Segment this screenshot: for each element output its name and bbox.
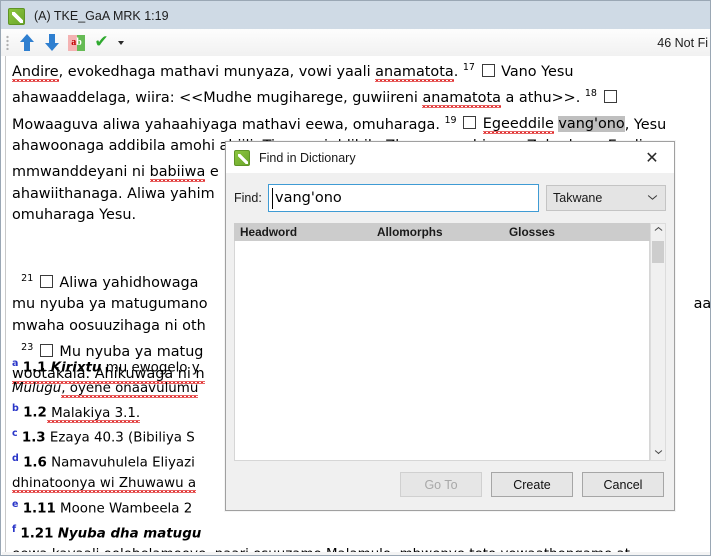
- dialog-title: Find in Dictionary: [259, 150, 356, 165]
- misspelled-word: Andire: [12, 63, 59, 80]
- footnote-ref: 1.11: [22, 501, 56, 517]
- search-input-value: vang'ono: [275, 190, 342, 206]
- paratext-pen-icon: [234, 149, 250, 166]
- verse-number: 18: [584, 88, 597, 100]
- results-scrollbar[interactable]: [650, 223, 666, 461]
- highlighted-word: vang'ono: [558, 116, 625, 133]
- footnote-keyword: Kirixtu: [50, 360, 102, 376]
- footnote-text: , oyene onaavulumu: [61, 380, 199, 396]
- dialog-body: Find: vang'ono Takwane Headword Allomorp…: [226, 173, 674, 510]
- spell-check-button[interactable]: ab: [64, 31, 89, 54]
- footnote-marker[interactable]: f: [12, 524, 16, 535]
- verse-marker-box[interactable]: [603, 90, 617, 104]
- go-to-button: Go To: [400, 472, 482, 497]
- footnote-marker[interactable]: e: [12, 499, 18, 510]
- results-table-body[interactable]: [234, 241, 650, 461]
- text-line: ahawaaddelaga, wiira: <<Mudhe mugiharege…: [12, 83, 710, 109]
- spell-check-ab-icon: ab: [68, 34, 85, 51]
- footnote-ref: 1.6: [23, 455, 47, 471]
- create-button[interactable]: Create: [491, 472, 573, 497]
- footnote-keyword: Mulugu: [12, 380, 62, 396]
- previous-icon: [19, 34, 35, 51]
- column-header-allomorphs[interactable]: Allomorphs: [377, 225, 443, 239]
- language-select-value: Takwane: [553, 191, 603, 205]
- verse-number: 23: [21, 342, 34, 354]
- verse-number: 17: [462, 62, 475, 73]
- misspelled-word: anamatota: [375, 63, 454, 80]
- footnote-ref: 1.21: [20, 526, 54, 542]
- footnote-text: Malakiya 3.1.: [46, 405, 141, 421]
- footnote-marker[interactable]: d: [12, 453, 19, 464]
- footnote-marker[interactable]: c: [12, 428, 18, 439]
- misspelled-word: babiiwa: [149, 164, 206, 181]
- chevron-down-icon: [648, 195, 657, 200]
- results-table-header: Headword Allomorphs Glosses: [234, 223, 650, 241]
- next-button[interactable]: [39, 31, 64, 54]
- footnote-text: Moone Wambeela 2: [55, 501, 193, 517]
- text-line: Andire, evokedhaga mathavi munyaza, vowi…: [12, 62, 574, 80]
- language-select[interactable]: Takwane: [546, 185, 666, 211]
- approve-button[interactable]: ✔: [89, 31, 114, 54]
- text-fragment: mu nyuba ya matugumano: [12, 296, 208, 313]
- text-fragment: mwaha oosuuzihaga ni oth: [12, 317, 206, 334]
- misspelled-word: anamatota: [422, 90, 501, 107]
- dialog-titlebar: Find in Dictionary ✕: [226, 142, 674, 173]
- document-bottom-edge: [2, 552, 710, 555]
- footnote-text: Ezaya 40.3 (Bibiliya S: [45, 430, 195, 446]
- misspelled-word: Egeeddile: [482, 116, 554, 133]
- scroll-up-icon[interactable]: [651, 224, 665, 240]
- document-margin-rule: [5, 56, 6, 555]
- paratext-pen-icon: [8, 7, 25, 25]
- footnote-ref: 1.1: [22, 360, 47, 376]
- footnote-keyword: Nyuba dha matugu: [57, 526, 202, 542]
- column-header-glosses[interactable]: Glosses: [509, 225, 555, 239]
- text-fragment: Aliwa yahidhowaga: [59, 274, 199, 291]
- footnote-ref: 1.2: [23, 405, 47, 421]
- toolbar-grip[interactable]: [6, 35, 9, 50]
- previous-button[interactable]: [14, 31, 39, 54]
- find-in-dictionary-dialog: Find in Dictionary ✕ Find: vang'ono Takw…: [225, 141, 675, 511]
- footnote-text: mu ewogelo y: [101, 360, 200, 376]
- approve-check-icon: ✔: [94, 32, 109, 52]
- text-fragment: Vano Yesu: [501, 63, 574, 80]
- verse-number: 21: [21, 273, 34, 285]
- close-icon[interactable]: ✕: [630, 142, 674, 173]
- dialog-button-row: Go To Create Cancel: [400, 472, 664, 497]
- footnote-text: Namavuhulela Eliyazi: [46, 455, 195, 471]
- next-icon: [44, 34, 60, 51]
- verse-marker-box[interactable]: [481, 63, 495, 77]
- toolbar-status-text: 46 Not Fi: [657, 35, 708, 50]
- text-line: Mowaaguva aliwa yahaahiyaga mathavi eewa…: [12, 114, 667, 133]
- cancel-button[interactable]: Cancel: [582, 472, 664, 497]
- verse-marker-box[interactable]: [39, 274, 53, 288]
- footnote-text: dhinatoonya wi Zhuwawu a: [12, 476, 197, 492]
- verse-number: 19: [444, 114, 457, 126]
- verse-marker-box[interactable]: [463, 116, 477, 130]
- footnote-marker[interactable]: a: [12, 358, 18, 369]
- footnote-ref: 1.3: [21, 430, 46, 446]
- search-input[interactable]: vang'ono: [268, 184, 539, 212]
- scrollbar-thumb[interactable]: [652, 241, 664, 263]
- text-fragment: aaye,: [693, 296, 711, 313]
- toolbar-dropdown-caret-icon[interactable]: [114, 31, 127, 54]
- find-row: Find: vang'ono Takwane: [234, 184, 666, 212]
- main-toolbar: ab ✔ 46 Not Fi: [0, 29, 711, 56]
- window-title: (A) TKE_GaA MRK 1:19: [34, 9, 169, 23]
- footnote-item: f 1.21 Nyuba dha matugu xxxxxxxxxxxxxxxx…: [12, 520, 710, 545]
- application-window: (A) TKE_GaA MRK 1:19 ab ✔ 46 Not Fi Andi…: [0, 0, 711, 556]
- footnote-marker[interactable]: b: [12, 403, 19, 414]
- column-header-headword[interactable]: Headword: [240, 225, 297, 239]
- find-label: Find:: [234, 191, 262, 205]
- window-titlebar: (A) TKE_GaA MRK 1:19: [0, 0, 711, 29]
- scroll-down-icon[interactable]: [651, 444, 665, 460]
